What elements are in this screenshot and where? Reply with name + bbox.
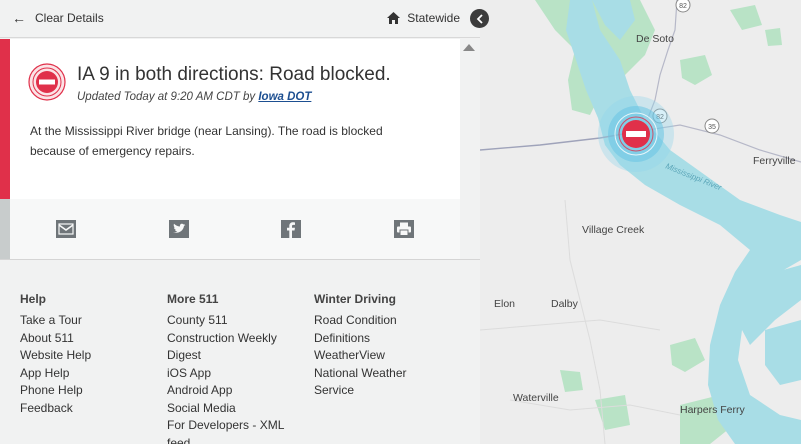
route-shield-82-north-label: 82 — [679, 3, 687, 10]
source-link[interactable]: Iowa DOT — [258, 91, 311, 103]
severity-bar — [0, 39, 10, 199]
footer-link[interactable]: County 511 — [167, 312, 287, 330]
statewide-label: Statewide — [407, 11, 460, 25]
park-area — [765, 28, 782, 46]
footer-link[interactable]: App Help — [20, 365, 91, 383]
footer-link[interactable]: WeatherView — [314, 347, 414, 365]
footer-link[interactable]: Take a Tour — [20, 312, 91, 330]
facebook-icon[interactable] — [281, 220, 301, 238]
place-harpers-ferry: Harpers Ferry — [680, 404, 745, 416]
place-de-soto: De Soto — [636, 33, 674, 45]
home-icon — [387, 12, 401, 24]
footer-help-column: Help Take a Tour About 511 Website Help … — [20, 292, 91, 417]
place-village-creek: Village Creek — [582, 224, 645, 236]
footer-more-heading: More 511 — [167, 292, 219, 306]
place-dalby: Dalby — [551, 298, 578, 310]
footer-help-heading: Help — [20, 292, 47, 306]
footer-link[interactable]: Road Condition Definitions — [314, 312, 414, 347]
footer-link[interactable]: Website Help — [20, 347, 91, 365]
statewide-button[interactable]: Statewide — [387, 11, 460, 25]
footer-link[interactable]: About 511 — [20, 330, 91, 348]
event-title: IA 9 in both directions: Road blocked. — [77, 64, 391, 85]
footer-winter-column: Winter Driving Road Condition Definition… — [314, 292, 414, 400]
route-shield-35-label: 35 — [708, 124, 716, 131]
place-ferryville: Ferryville — [753, 155, 796, 167]
event-card: IA 9 in both directions: Road blocked. U… — [0, 39, 460, 259]
footer-link[interactable]: Social Media — [167, 400, 287, 418]
twitter-icon[interactable] — [169, 220, 189, 238]
place-elon: Elon — [494, 298, 516, 310]
footer-winter-heading: Winter Driving — [314, 292, 396, 306]
footer-link[interactable]: iOS App — [167, 365, 287, 383]
details-panel: ← Clear Details Statewide IA 9 in both d… — [0, 0, 480, 444]
print-icon[interactable] — [394, 220, 414, 238]
map-canvas: 82 82 35 Mississippi River — [480, 0, 801, 444]
updated-text: Updated Today at 9:20 AM CDT by — [77, 91, 256, 103]
event-description: At the Mississippi River bridge (near La… — [30, 124, 383, 158]
marker-bar — [626, 131, 646, 137]
footer-link[interactable]: Construction Weekly Digest — [167, 330, 287, 365]
clear-details-button[interactable]: ← Clear Details — [12, 11, 104, 25]
card-bar-bottom — [0, 199, 10, 259]
collapse-panel-button[interactable] — [470, 9, 489, 28]
footer-link[interactable]: National Weather Service — [314, 365, 414, 400]
road-closed-icon — [28, 63, 66, 101]
scroll-up-arrow[interactable] — [463, 44, 475, 51]
panel-header: ← Clear Details Statewide — [0, 0, 480, 38]
back-arrow-icon: ← — [12, 10, 26, 26]
clear-details-label: Clear Details — [35, 11, 104, 25]
footer: Help Take a Tour About 511 Website Help … — [0, 259, 480, 444]
place-waterville: Waterville — [513, 392, 559, 404]
email-icon[interactable] — [56, 220, 76, 238]
event-updated: Updated Today at 9:20 AM CDT by Iowa DOT — [77, 91, 311, 103]
footer-link[interactable]: Feedback — [20, 400, 91, 418]
footer-link[interactable]: Android App — [167, 382, 287, 400]
map[interactable]: 82 82 35 Mississippi River De Soto Ferry… — [480, 0, 801, 444]
chevron-left-icon — [476, 13, 483, 24]
share-bar — [10, 199, 460, 259]
footer-link[interactable]: Phone Help — [20, 382, 91, 400]
footer-link[interactable]: For Developers - XML feed — [167, 417, 287, 444]
footer-more-column: More 511 County 511 Construction Weekly … — [167, 292, 287, 444]
